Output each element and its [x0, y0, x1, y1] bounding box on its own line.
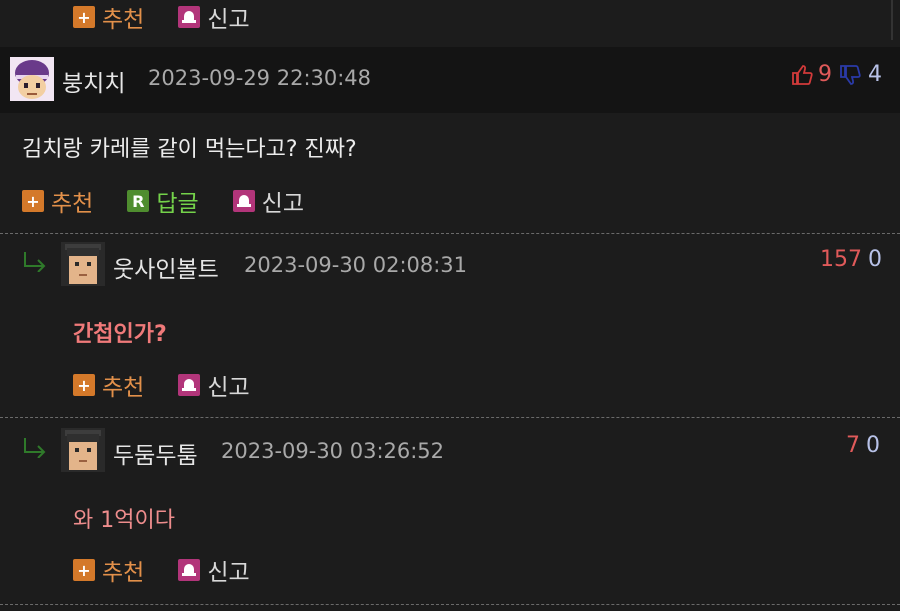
comment-date: 2023-09-29 22:30:48	[148, 66, 372, 90]
reply-r-icon: R	[127, 190, 150, 212]
thumbs-down-icon[interactable]	[838, 63, 862, 87]
downvote-count: 4	[868, 62, 882, 87]
plus-icon: +	[73, 6, 95, 28]
report-button[interactable]: 신고	[178, 553, 250, 587]
siren-icon	[178, 374, 201, 396]
comment-text: 와 1억이다	[73, 508, 175, 533]
thumbs-up-icon[interactable]	[790, 63, 814, 87]
comment-actions: + 추천 신고	[73, 553, 284, 587]
siren-icon	[178, 559, 201, 581]
comment-list: + 추천 신고 붕치치 2023-09-29 22:30:48 9 4 김치랑 …	[0, 0, 900, 611]
comment-date: 2023-09-30 03:26:52	[221, 439, 445, 463]
downvote-count: 0	[866, 433, 880, 458]
report-button[interactable]: 신고	[232, 184, 304, 218]
reply-arrow-icon	[22, 436, 48, 459]
report-label: 신고	[207, 375, 250, 401]
comment-date: 2023-09-30 02:08:31	[244, 253, 468, 277]
siren-icon	[232, 190, 255, 212]
avatar[interactable]	[61, 428, 105, 472]
vote-counts: 9 4	[790, 62, 882, 87]
recommend-label: 추천	[51, 191, 94, 217]
recommend-label: 추천	[102, 375, 145, 401]
comment-text: 간첩인가?	[73, 322, 167, 347]
recommend-button[interactable]: + 추천	[73, 553, 144, 587]
vote-counts: 157 0	[820, 247, 882, 272]
comment-author[interactable]: 두둠두툼	[113, 436, 198, 470]
upvote-count: 9	[818, 62, 832, 87]
plus-icon: +	[73, 374, 95, 396]
avatar[interactable]	[61, 242, 105, 286]
prev-comment-actions: + 추천 신고	[73, 0, 284, 34]
report-button[interactable]: 신고	[178, 368, 250, 402]
report-label: 신고	[207, 560, 250, 586]
divider	[0, 233, 900, 234]
upvote-count: 157	[820, 247, 862, 272]
recommend-label: 추천	[102, 560, 145, 586]
downvote-count: 0	[868, 247, 882, 272]
plus-icon: +	[73, 559, 95, 581]
comment-author[interactable]: 붕치치	[62, 64, 125, 98]
vote-counts: 7 0	[846, 433, 880, 458]
avatar[interactable]	[10, 57, 54, 101]
recommend-button[interactable]: + 추천	[73, 0, 144, 34]
report-button[interactable]: 신고	[178, 0, 250, 34]
comment-author[interactable]: 웃사인볼트	[113, 250, 219, 284]
divider	[0, 417, 900, 418]
scrollbar[interactable]	[891, 0, 893, 40]
siren-icon	[178, 6, 201, 28]
upvote-count: 7	[846, 433, 860, 458]
recommend-label: 추천	[102, 7, 145, 33]
reply-label: 답글	[156, 191, 199, 217]
divider	[0, 604, 900, 605]
recommend-button[interactable]: + 추천	[22, 184, 93, 218]
comment-actions: + 추천 R 답글 신고	[22, 184, 338, 218]
report-label: 신고	[207, 7, 250, 33]
report-label: 신고	[261, 191, 304, 217]
reply-arrow-icon	[22, 250, 48, 273]
reply-button[interactable]: R 답글	[127, 184, 199, 218]
comment-actions: + 추천 신고	[73, 368, 284, 402]
plus-icon: +	[22, 190, 44, 212]
recommend-button[interactable]: + 추천	[73, 368, 144, 402]
comment-text: 김치랑 카레를 같이 먹는다고? 진짜?	[22, 137, 357, 162]
comment-header	[0, 47, 900, 113]
